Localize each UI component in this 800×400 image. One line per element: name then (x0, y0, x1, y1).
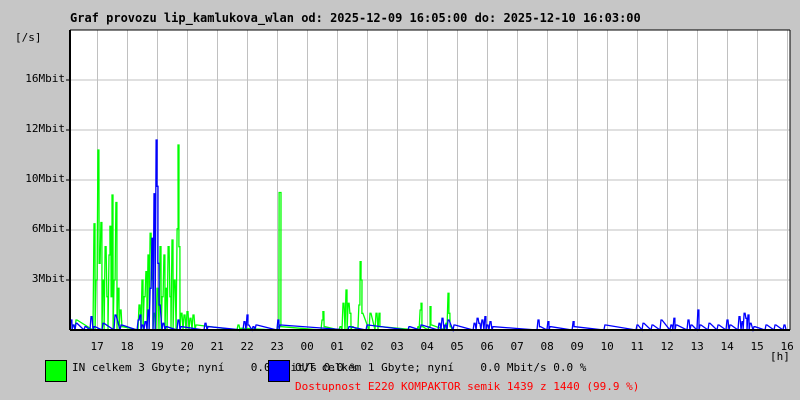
out-legend-swatch (268, 360, 290, 382)
x-tick-label: 22 (240, 340, 254, 353)
y-tick-label: 10Mbit (25, 172, 65, 185)
x-tick-label: 03 (390, 340, 404, 353)
x-tick-label: 19 (150, 340, 164, 353)
x-tick-label: 12 (660, 340, 674, 353)
x-tick-label: 01 (330, 340, 344, 353)
x-tick-label: 23 (270, 340, 284, 353)
x-tick-label: 15 (750, 340, 764, 353)
x-tick-label: 05 (450, 340, 464, 353)
in-legend-swatch (45, 360, 67, 382)
x-tick-label: 18 (120, 340, 134, 353)
y-tick-label: 6Mbit (31, 222, 65, 235)
x-tick-label: 08 (540, 340, 554, 353)
y-tick-label: 16Mbit (25, 72, 65, 85)
y-tick-label: 3Mbit (31, 272, 65, 285)
x-tick-label: 06 (480, 340, 494, 353)
x-tick-label: 17 (90, 340, 104, 353)
x-tick-label: 00 (300, 340, 314, 353)
x-tick-label: 20 (180, 340, 194, 353)
x-tick-label: 21 (210, 340, 224, 353)
x-tick-label: 02 (360, 340, 374, 353)
x-tick-label: 11 (630, 340, 644, 353)
x-tick-label: 14 (720, 340, 734, 353)
out-legend-text: OUT celkem 1 Gbyte; nyní 0.0 Mbit/s 0.0 … (295, 361, 587, 374)
x-tick-label: 04 (420, 340, 434, 353)
traffic-graph: Graf provozu lip_kamlukova_wlan od: 2025… (0, 0, 800, 400)
y-tick-label: 12Mbit (25, 122, 65, 135)
x-tick-label: 13 (690, 340, 704, 353)
x-tick-label: 16 (780, 340, 794, 353)
availability-text: Dostupnost E220 KOMPAKTOR semik 1439 z 1… (295, 380, 640, 393)
x-tick-label: 09 (570, 340, 584, 353)
x-tick-label: 07 (510, 340, 524, 353)
x-tick-label: 10 (600, 340, 614, 353)
